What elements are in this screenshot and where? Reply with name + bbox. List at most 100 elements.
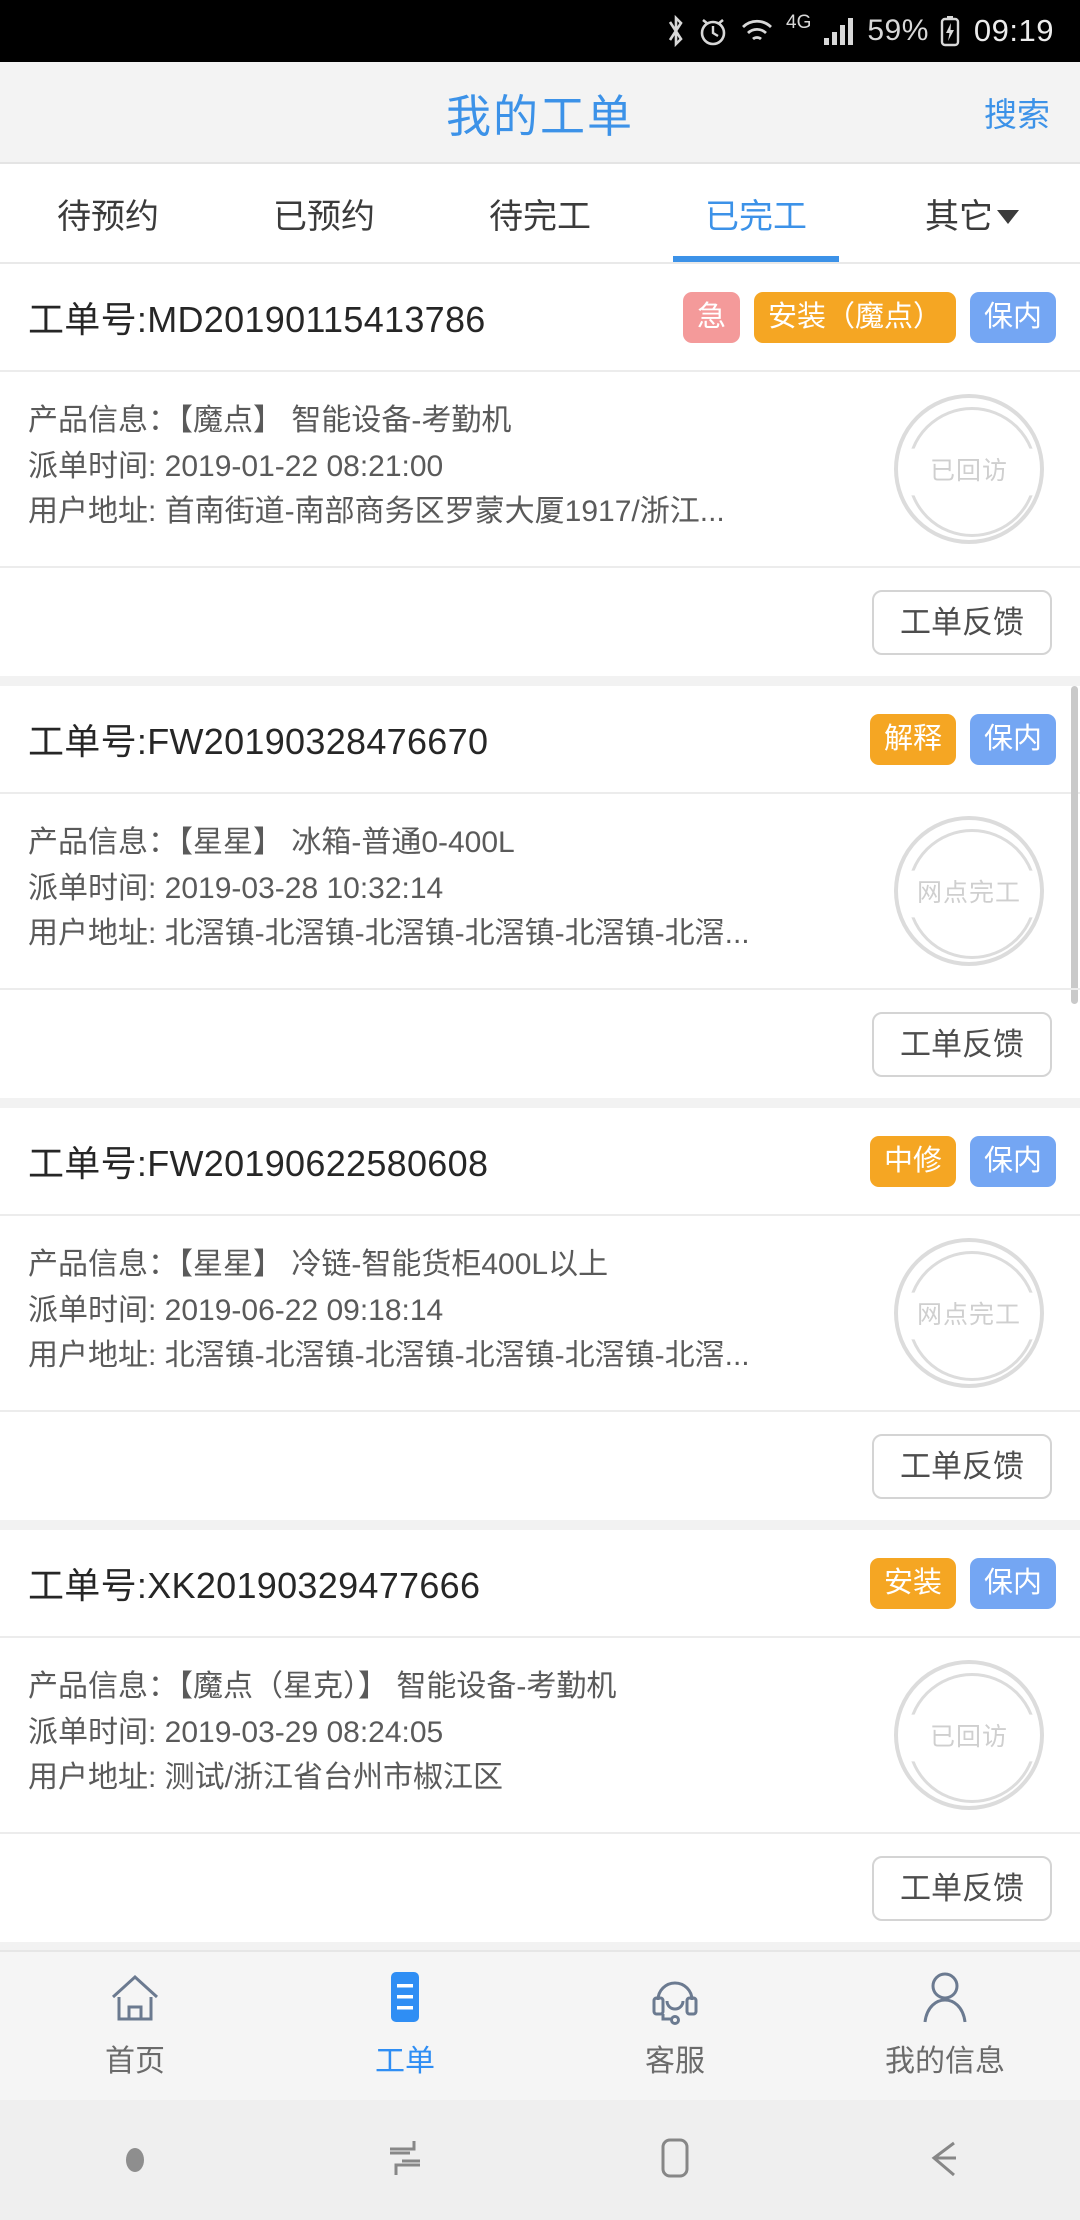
work-order-number: 工单号:MD20190115413786: [28, 299, 486, 340]
order-footer: 工单反馈: [0, 1412, 1080, 1520]
nav-label: 首页: [105, 2045, 165, 2078]
order-card[interactable]: 工单号:MD20190115413786 急 安装（魔点） 保内 产品信息：【魔…: [0, 264, 1080, 676]
order-footer: 工单反馈: [0, 1834, 1080, 1942]
battery-icon: [940, 15, 960, 47]
nav-item-profile[interactable]: 我的信息: [810, 1972, 1080, 2080]
android-home-button[interactable]: [540, 2133, 810, 2188]
phone-screen: 4G 59% 09:19 我的工单 搜索 待预约 已预约 待完工 已完工 其它 …: [0, 0, 1080, 2220]
feedback-button[interactable]: 工单反馈: [872, 1011, 1052, 1077]
user-address: 用户地址: 首南街道-南部商务区罗蒙大厦1917/浙江...: [28, 495, 725, 529]
order-header: 工单号:MD20190115413786 急 安装（魔点） 保内: [0, 264, 1080, 372]
list-icon: [376, 1972, 434, 2026]
order-header: 工单号:FW20190328476670 解释 保内: [0, 686, 1080, 794]
status-stamp: 已回访: [894, 394, 1044, 544]
recents-icon: [380, 2133, 430, 2188]
network-type: 4G: [786, 12, 812, 33]
badge-group: 急 安装（魔点） 保内: [682, 291, 1056, 343]
tab-pending-appointment[interactable]: 待预约: [0, 164, 216, 262]
alarm-icon: [698, 15, 728, 47]
nav-item-home[interactable]: 首页: [0, 1972, 270, 2080]
status-badge-warranty: 保内: [969, 1557, 1056, 1609]
tab-label: 待预约: [57, 197, 159, 236]
status-stamp: 网点完工: [894, 816, 1044, 966]
order-body: 产品信息：【魔点（星克）】 智能设备-考勤机 派单时间: 2019-03-29 …: [0, 1638, 1080, 1834]
stamp-label: 已回访: [929, 457, 1008, 485]
user-address: 用户地址: 北滘镇-北滘镇-北滘镇-北滘镇-北滘镇-北滘...: [28, 1339, 750, 1373]
order-card[interactable]: 工单号:FW20190622580608 中修 保内 产品信息：【星星】 冷链-…: [0, 1108, 1080, 1520]
home-icon: [106, 1972, 164, 2026]
android-back-button[interactable]: [810, 2133, 1080, 2188]
badge-group: 安装 保内: [869, 1557, 1056, 1609]
order-footer: 工单反馈: [0, 990, 1080, 1098]
tab-completed[interactable]: 已完工: [648, 164, 864, 262]
status-badge-warranty: 保内: [969, 291, 1056, 343]
android-navigation-bar: [0, 2100, 1080, 2220]
badge-group: 解释 保内: [869, 713, 1056, 765]
status-badge-warranty: 保内: [969, 713, 1056, 765]
nav-item-support[interactable]: 客服: [540, 1972, 810, 2080]
dispatch-time: 派单时间: 2019-06-22 09:18:14: [28, 1293, 444, 1327]
work-order-number: 工单号:FW20190622580608: [28, 1143, 489, 1184]
work-order-number: 工单号:FW20190328476670: [28, 721, 489, 762]
badge-group: 中修 保内: [869, 1135, 1056, 1187]
tab-appointed[interactable]: 已预约: [216, 164, 432, 262]
status-stamp: 已回访: [894, 1660, 1044, 1810]
stamp-label: 网点完工: [916, 879, 1021, 907]
order-body: 产品信息：【星星】 冰箱-普通0-400L 派单时间: 2019-03-28 1…: [0, 794, 1080, 990]
dispatch-time: 派单时间: 2019-01-22 08:21:00: [28, 449, 444, 483]
order-list[interactable]: 工单号:MD20190115413786 急 安装（魔点） 保内 产品信息：【魔…: [0, 264, 1080, 1950]
status-stamp: 网点完工: [894, 1238, 1044, 1388]
status-badge-urgent: 急: [682, 291, 740, 343]
order-header: 工单号:XK20190329477666 安装 保内: [0, 1530, 1080, 1638]
person-icon: [916, 1972, 974, 2026]
status-badge-type: 安装: [869, 1557, 956, 1609]
product-info: 产品信息：【魔点】 智能设备-考勤机: [28, 404, 512, 437]
tab-pending-completion[interactable]: 待完工: [432, 164, 648, 262]
status-badge-type: 安装（魔点）: [753, 291, 956, 343]
home-square-icon: [652, 2133, 698, 2188]
dot-icon: [126, 2148, 144, 2172]
status-badge-type: 解释: [869, 713, 956, 765]
order-footer: 工单反馈: [0, 568, 1080, 676]
stamp-label: 网点完工: [916, 1301, 1021, 1329]
feedback-button[interactable]: 工单反馈: [872, 589, 1052, 655]
android-recents-button[interactable]: [270, 2133, 540, 2188]
stamp-label: 已回访: [929, 1723, 1008, 1751]
product-info: 产品信息：【星星】 冷链-智能货柜400L以上: [28, 1248, 609, 1281]
headset-icon: [646, 1972, 704, 2026]
order-card[interactable]: 工单号:XK20190329477666 安装 保内 产品信息：【魔点（星克）】…: [0, 1530, 1080, 1942]
bluetooth-icon: [665, 14, 687, 48]
feedback-button[interactable]: 工单反馈: [872, 1855, 1052, 1921]
dispatch-time: 派单时间: 2019-03-28 10:32:14: [28, 871, 444, 905]
work-order-number: 工单号:XK20190329477666: [28, 1565, 481, 1606]
android-dot-button[interactable]: [0, 2148, 270, 2172]
status-badge-warranty: 保内: [969, 1135, 1056, 1187]
bottom-navigation: 首页 工单 客服 我的信息: [0, 1950, 1080, 2100]
back-icon: [920, 2133, 970, 2188]
order-body: 产品信息：【星星】 冷链-智能货柜400L以上 派单时间: 2019-06-22…: [0, 1216, 1080, 1412]
status-bar: 4G 59% 09:19: [0, 0, 1080, 62]
user-address: 用户地址: 北滘镇-北滘镇-北滘镇-北滘镇-北滘镇-北滘...: [28, 917, 750, 951]
feedback-button[interactable]: 工单反馈: [872, 1433, 1052, 1499]
clock-time: 09:19: [973, 13, 1054, 48]
signal-icon: [822, 16, 856, 46]
page-title: 我的工单: [445, 90, 634, 142]
nav-label: 工单: [375, 2045, 435, 2078]
product-info: 产品信息：【星星】 冰箱-普通0-400L: [28, 826, 515, 859]
order-card[interactable]: 工单号:FW20190328476670 解释 保内 产品信息：【星星】 冰箱-…: [0, 686, 1080, 1098]
order-header: 工单号:FW20190622580608 中修 保内: [0, 1108, 1080, 1216]
wifi-icon: [739, 15, 775, 47]
user-address: 用户地址: 测试/浙江省台州市椒江区: [28, 1761, 504, 1795]
tab-label: 待完工: [489, 197, 591, 236]
app-header: 我的工单 搜索: [0, 62, 1080, 164]
tab-label: 其它: [925, 197, 993, 236]
tab-label: 已完工: [705, 197, 807, 236]
order-body: 产品信息：【魔点】 智能设备-考勤机 派单时间: 2019-01-22 08:2…: [0, 372, 1080, 568]
nav-label: 客服: [645, 2045, 705, 2078]
search-button[interactable]: 搜索: [984, 88, 1050, 136]
nav-item-orders[interactable]: 工单: [270, 1972, 540, 2080]
status-badge-type: 中修: [869, 1135, 956, 1187]
nav-label: 我的信息: [885, 2045, 1005, 2078]
tab-others[interactable]: 其它: [864, 164, 1080, 262]
tab-bar: 待预约 已预约 待完工 已完工 其它: [0, 164, 1080, 264]
